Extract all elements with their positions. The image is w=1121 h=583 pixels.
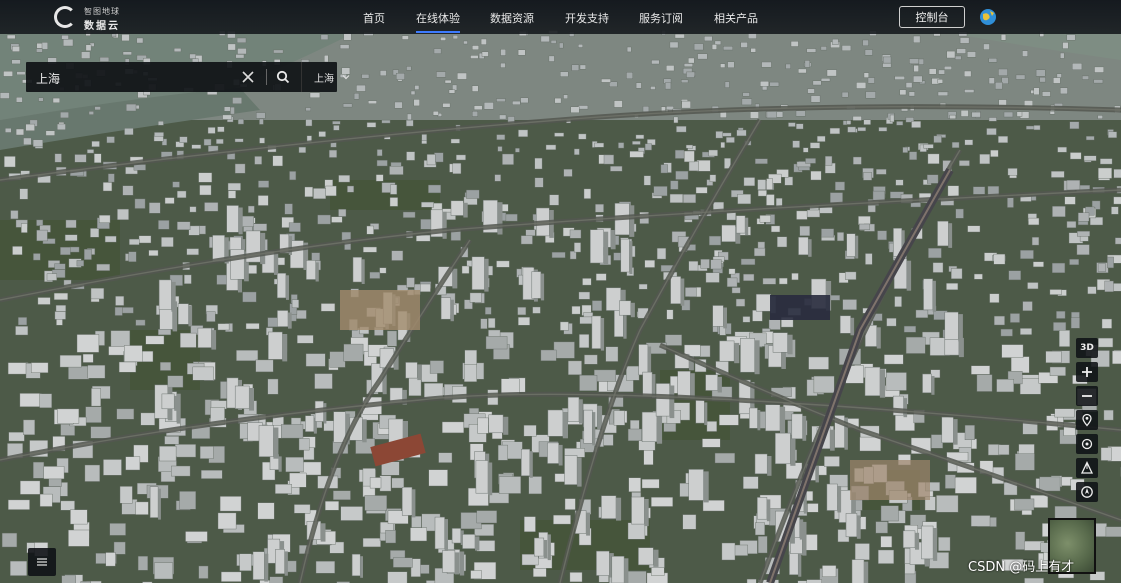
watermark: CSDN @码上有才 — [968, 560, 1075, 575]
nav-subscriptions[interactable]: 服务订阅 — [639, 10, 683, 26]
compass-button[interactable] — [1076, 482, 1098, 502]
zoom-out-button[interactable] — [1076, 386, 1098, 406]
nav-online-demo[interactable]: 在线体验 — [416, 10, 460, 33]
search-icon[interactable] — [275, 69, 291, 85]
nav-related-products[interactable]: 相关产品 — [714, 10, 758, 26]
zoom-in-button[interactable] — [1076, 362, 1098, 382]
compass-icon — [1081, 486, 1093, 498]
layers-button[interactable] — [28, 548, 56, 576]
locate-me-button[interactable] — [1076, 434, 1098, 454]
chevron-down-icon[interactable] — [341, 72, 351, 82]
minus-icon — [1082, 395, 1092, 397]
view-mode-label: 3D — [1080, 343, 1094, 353]
crosshair-icon — [1081, 438, 1093, 450]
close-icon[interactable] — [240, 69, 256, 85]
measure-button[interactable] — [1076, 458, 1098, 478]
console-button[interactable]: 控制台 — [899, 6, 965, 28]
plus-icon — [1082, 367, 1092, 377]
search-input[interactable] — [34, 67, 228, 89]
city-selector[interactable]: 上海 — [314, 70, 334, 85]
logo-icon — [54, 6, 76, 28]
map-pin-icon — [1082, 413, 1092, 427]
nav-data-resources[interactable]: 数据资源 — [490, 10, 534, 26]
divider — [266, 69, 267, 85]
ruler-icon — [1080, 461, 1094, 474]
globe-icon[interactable] — [979, 8, 997, 26]
nav-dev-support[interactable]: 开发支持 — [565, 10, 609, 26]
search-bar: 上海 — [26, 62, 350, 92]
divider — [301, 62, 302, 92]
location-pin-button[interactable] — [1076, 410, 1098, 430]
view-mode-3d-button[interactable]: 3D — [1076, 338, 1098, 358]
top-nav-bar: 智图地球 数据云 首页 在线体验 数据资源 开发支持 服务订阅 相关产品 控制台 — [0, 0, 1121, 34]
logo[interactable]: 智图地球 数据云 — [54, 4, 134, 32]
layers-icon — [37, 558, 47, 566]
nav-home[interactable]: 首页 — [363, 10, 385, 26]
logo-title: 数据云 — [84, 21, 120, 32]
logo-subtitle: 智图地球 — [84, 7, 120, 16]
